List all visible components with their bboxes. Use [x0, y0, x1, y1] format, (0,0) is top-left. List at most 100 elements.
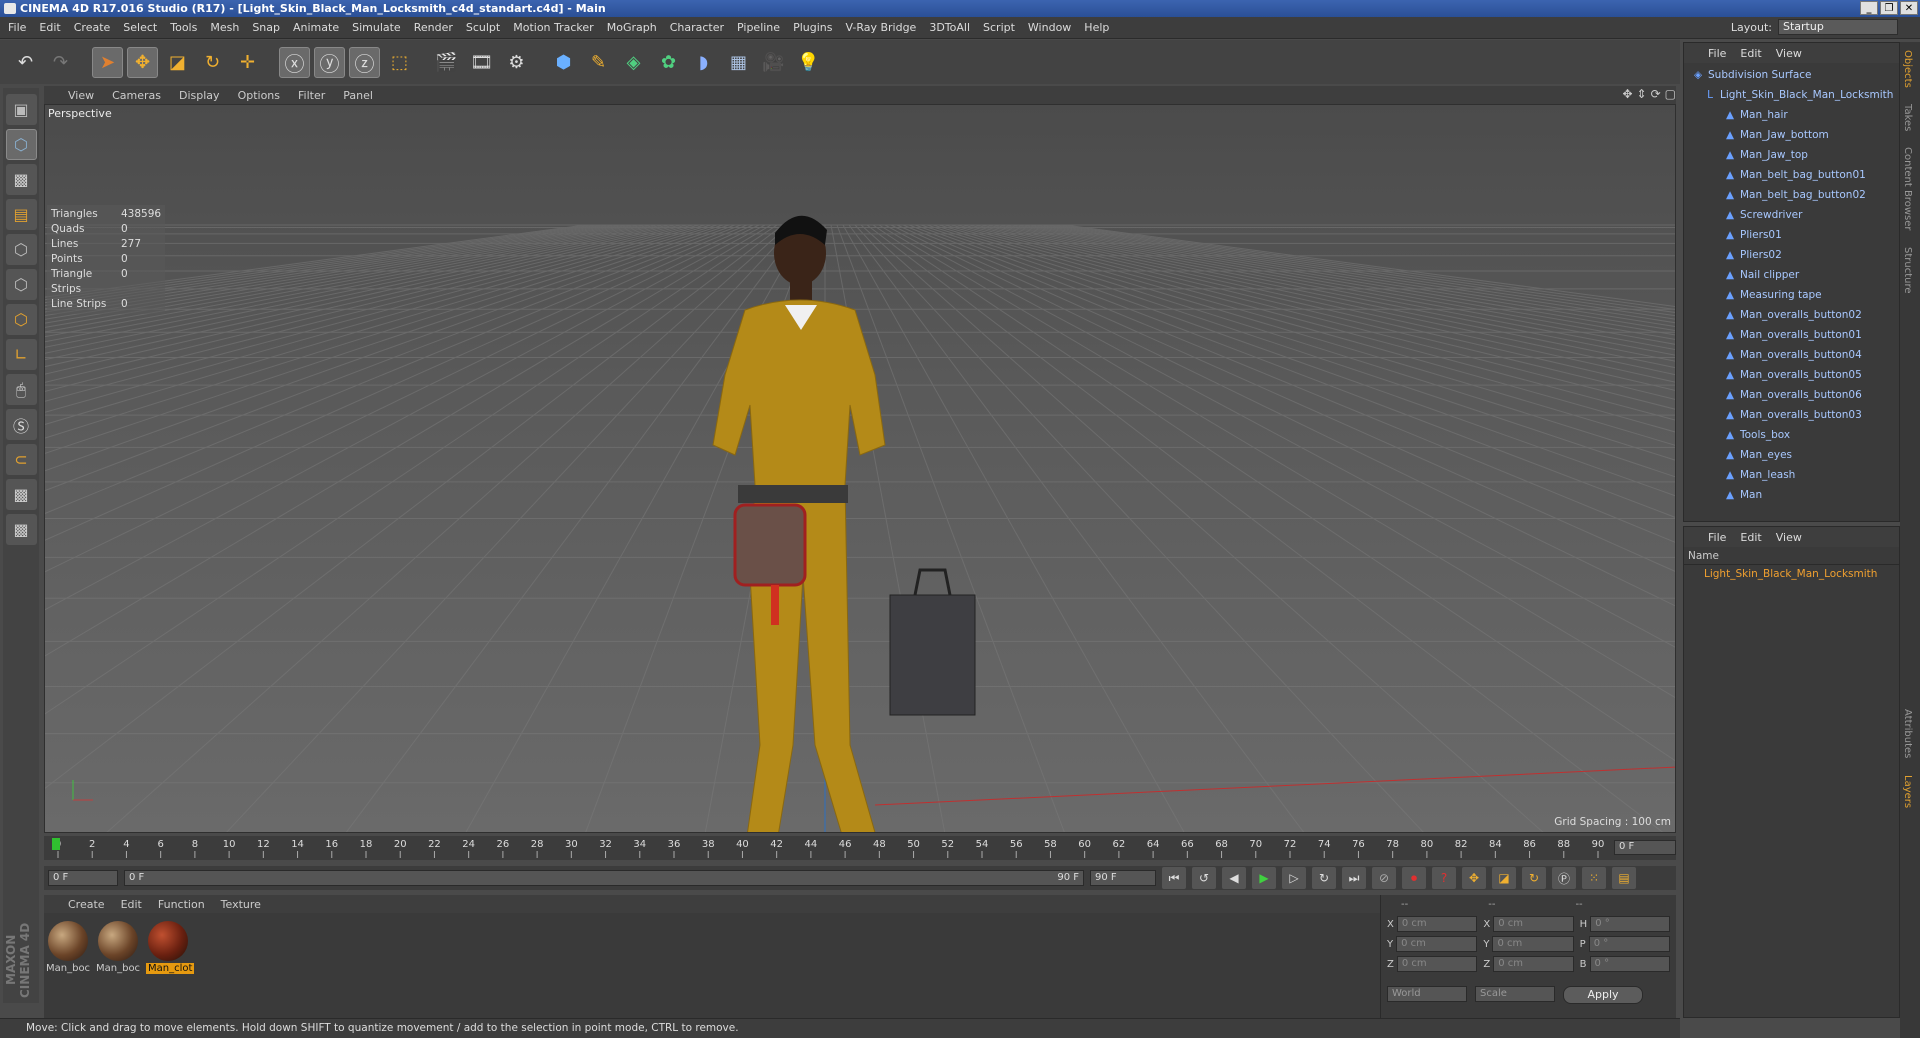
- menu-help[interactable]: Help: [1084, 21, 1109, 34]
- world-dropdown[interactable]: World: [1387, 986, 1467, 1002]
- coord-value-field[interactable]: 0 cm: [1396, 936, 1478, 952]
- key-rotation-icon[interactable]: ↻: [1522, 867, 1546, 889]
- goto-start-icon[interactable]: ⏮: [1162, 867, 1186, 889]
- y-axis-icon[interactable]: ⓨ: [314, 46, 345, 78]
- pan-icon[interactable]: ✥: [1622, 87, 1632, 101]
- deformer-icon[interactable]: ◗: [688, 47, 719, 78]
- current-frame-field[interactable]: 0 F: [1614, 840, 1676, 855]
- scale-dropdown[interactable]: Scale: [1475, 986, 1555, 1002]
- workplane-snap-icon[interactable]: ▩: [5, 514, 37, 545]
- goto-end-icon[interactable]: ⏭: [1342, 867, 1366, 889]
- object-tree-item[interactable]: ▲ Nail clipper: [1684, 265, 1899, 285]
- lm-menu-edit[interactable]: Edit: [1740, 531, 1761, 544]
- viewport-menu-view[interactable]: View: [68, 89, 94, 102]
- object-tree-item[interactable]: ▲ Man_overalls_button06: [1684, 385, 1899, 405]
- z-axis-icon[interactable]: ⓩ: [349, 46, 380, 78]
- menu-pipeline[interactable]: Pipeline: [737, 21, 780, 34]
- lock-workplane-icon[interactable]: ▩: [5, 479, 37, 510]
- scale-icon[interactable]: ◪: [162, 47, 193, 78]
- menu-tools[interactable]: Tools: [170, 21, 197, 34]
- menu-sculpt[interactable]: Sculpt: [466, 21, 500, 34]
- om-menu-file[interactable]: File: [1708, 47, 1726, 60]
- orbit-icon[interactable]: ⟳: [1651, 87, 1661, 101]
- next-frame-icon[interactable]: ▷: [1282, 867, 1306, 889]
- record-keys-icon[interactable]: ⊘: [1372, 867, 1396, 889]
- key-param-icon[interactable]: Ⓟ: [1552, 867, 1576, 889]
- viewport-menu-filter[interactable]: Filter: [298, 89, 325, 102]
- apply-button[interactable]: Apply: [1563, 986, 1643, 1004]
- perspective-viewport[interactable]: Perspective Triangles 438596 Quads 0 Lines 27…: [44, 104, 1676, 833]
- character-figure[interactable]: [712, 215, 976, 833]
- object-tree-item[interactable]: ▲ Screwdriver: [1684, 205, 1899, 225]
- rotate-icon[interactable]: ↻: [197, 47, 228, 78]
- menu-character[interactable]: Character: [670, 21, 724, 34]
- layout-dropdown[interactable]: Startup: [1778, 19, 1898, 35]
- model-mode-icon[interactable]: ⬡: [5, 129, 37, 160]
- undo-icon[interactable]: ↶: [10, 47, 41, 78]
- side-tab-layers[interactable]: Layers: [1900, 767, 1915, 816]
- coord-value-field[interactable]: 0 cm: [1493, 916, 1574, 932]
- key-position-icon[interactable]: ✥: [1462, 867, 1486, 889]
- edges-mode-icon[interactable]: ⬡: [5, 269, 37, 300]
- coord-value-field[interactable]: 0 °: [1590, 916, 1670, 932]
- menu-plugins[interactable]: Plugins: [793, 21, 832, 34]
- timeline-ruler[interactable]: 0246810121416182022242628303234363840424…: [44, 836, 1676, 860]
- viewport-menu-cameras[interactable]: Cameras: [112, 89, 161, 102]
- mat-menu-edit[interactable]: Edit: [121, 898, 142, 911]
- object-tree-item[interactable]: ▲ Pliers01: [1684, 225, 1899, 245]
- mat-menu-function[interactable]: Function: [158, 898, 205, 911]
- object-tree-item[interactable]: ▲ Man_hair: [1684, 105, 1899, 125]
- object-tree-item[interactable]: ▲ Man_overalls_button03: [1684, 405, 1899, 425]
- menu-script[interactable]: Script: [983, 21, 1015, 34]
- side-tab-attributes[interactable]: Attributes: [1900, 701, 1915, 766]
- playhead[interactable]: [52, 838, 60, 850]
- object-tree-item[interactable]: ▲ Man_belt_bag_button01: [1684, 165, 1899, 185]
- menu-create[interactable]: Create: [74, 21, 111, 34]
- mat-menu-create[interactable]: Create: [68, 898, 105, 911]
- coordinate-system-icon[interactable]: ⬚: [384, 47, 415, 78]
- start-frame-field[interactable]: 0 F: [48, 870, 118, 886]
- maximize-view-icon[interactable]: ▢: [1665, 87, 1676, 101]
- magnet-icon[interactable]: ⊂: [5, 444, 37, 475]
- material-swatch[interactable]: Man_boc: [46, 921, 90, 974]
- menu-simulate[interactable]: Simulate: [352, 21, 401, 34]
- minimize-button[interactable]: _: [1860, 1, 1878, 15]
- lm-menu-view[interactable]: View: [1776, 531, 1802, 544]
- play-icon[interactable]: ▶: [1252, 867, 1276, 889]
- x-axis-icon[interactable]: ⓧ: [279, 46, 310, 78]
- light-icon[interactable]: 💡: [793, 47, 824, 78]
- render-view-icon[interactable]: 🎬: [431, 47, 462, 78]
- end-frame-field[interactable]: 90 F: [1090, 870, 1156, 886]
- object-tree-item[interactable]: ▲ Pliers02: [1684, 245, 1899, 265]
- redo-icon[interactable]: ↷: [45, 47, 76, 78]
- menu-motion-tracker[interactable]: Motion Tracker: [513, 21, 593, 34]
- lm-menu-file[interactable]: File: [1708, 531, 1726, 544]
- object-tree-item[interactable]: ▲ Man_leash: [1684, 465, 1899, 485]
- camera-icon[interactable]: 🎥: [758, 47, 789, 78]
- object-tree-item[interactable]: ▲ Man_overalls_button02: [1684, 305, 1899, 325]
- object-tree-item[interactable]: ▲ Man_eyes: [1684, 445, 1899, 465]
- menu-mograph[interactable]: MoGraph: [607, 21, 657, 34]
- prev-key-icon[interactable]: ↺: [1192, 867, 1216, 889]
- object-tree-item[interactable]: ▲ Man_Jaw_bottom: [1684, 125, 1899, 145]
- polygons-mode-icon[interactable]: ⬡: [5, 304, 37, 335]
- snap-icon[interactable]: Ⓢ: [5, 409, 37, 440]
- side-tab-takes[interactable]: Takes: [1900, 96, 1915, 139]
- prev-frame-icon[interactable]: ◀: [1222, 867, 1246, 889]
- cube-primitive-icon[interactable]: ⬢: [548, 47, 579, 78]
- coord-value-field[interactable]: 0 cm: [1396, 916, 1478, 932]
- object-tree-item[interactable]: ▲ Measuring tape: [1684, 285, 1899, 305]
- object-tree-item[interactable]: ▲ Man_overalls_button01: [1684, 325, 1899, 345]
- object-tree-item[interactable]: ▲ Man: [1684, 485, 1899, 505]
- om-menu-view[interactable]: View: [1776, 47, 1802, 60]
- object-tree-item[interactable]: ◈ Subdivision Surface: [1684, 65, 1899, 85]
- subdivision-icon[interactable]: ◈: [618, 47, 649, 78]
- mat-menu-texture[interactable]: Texture: [221, 898, 261, 911]
- render-settings-icon[interactable]: ⚙: [501, 47, 532, 78]
- object-tree-item[interactable]: ▲ Man_Jaw_top: [1684, 145, 1899, 165]
- tweak-mode-icon[interactable]: 🖱: [5, 374, 37, 405]
- side-tab-structure[interactable]: Structure: [1900, 239, 1915, 302]
- key-scale-icon[interactable]: ◪: [1492, 867, 1516, 889]
- object-tree-item[interactable]: L Light_Skin_Black_Man_Locksmith: [1684, 85, 1899, 105]
- timeline-window-icon[interactable]: ▤: [1612, 867, 1636, 889]
